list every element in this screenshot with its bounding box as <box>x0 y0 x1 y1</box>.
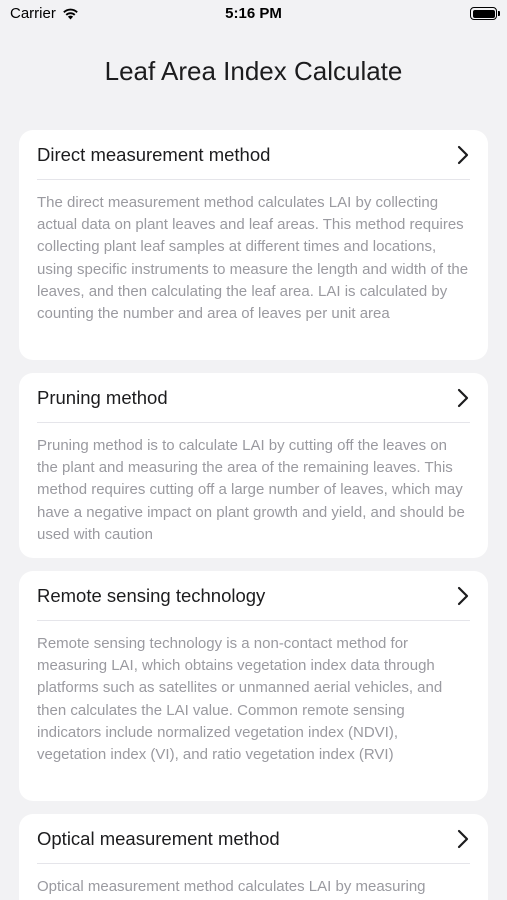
method-card-pruning[interactable]: Pruning method Pruning method is to calc… <box>19 373 488 558</box>
chevron-right-icon[interactable] <box>456 829 470 849</box>
battery-icon <box>470 7 500 20</box>
card-header[interactable]: Remote sensing technology <box>37 571 470 621</box>
chevron-right-icon[interactable] <box>456 388 470 408</box>
card-header[interactable]: Direct measurement method <box>37 130 470 180</box>
card-description: The direct measurement method calculates… <box>37 194 469 323</box>
method-card-optical[interactable]: Optical measurement method Optical measu… <box>19 814 488 900</box>
method-card-direct[interactable]: Direct measurement method The direct mea… <box>19 130 488 360</box>
card-title: Remote sensing technology <box>37 584 266 606</box>
card-header[interactable]: Optical measurement method <box>37 814 470 864</box>
card-title: Direct measurement method <box>37 143 271 165</box>
card-description: Pruning method is to calculate LAI by cu… <box>37 437 465 543</box>
card-header[interactable]: Pruning method <box>37 373 470 423</box>
card-title: Optical measurement method <box>37 827 280 849</box>
method-card-remote-sensing[interactable]: Remote sensing technology Remote sensing… <box>19 571 488 801</box>
page-title: Leaf Area Index Calculate <box>104 56 403 86</box>
chevron-right-icon[interactable] <box>456 145 470 165</box>
card-description: Optical measurement method calculates LA… <box>37 878 426 895</box>
status-bar: Carrier 5:16 PM <box>0 0 507 28</box>
card-description: Remote sensing technology is a non-conta… <box>37 635 443 764</box>
chevron-right-icon[interactable] <box>456 586 470 606</box>
status-time: 5:16 PM <box>225 5 282 22</box>
card-title: Pruning method <box>37 386 168 408</box>
